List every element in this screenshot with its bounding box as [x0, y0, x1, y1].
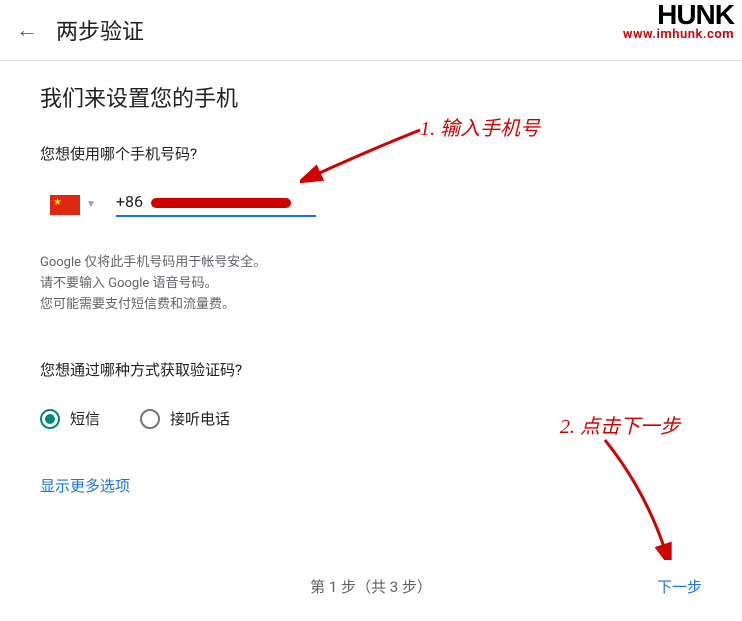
radio-circle-icon — [40, 409, 60, 429]
phone-prefix: +86 — [116, 192, 143, 211]
phone-question: 您想使用哪个手机号码? — [40, 143, 702, 164]
phone-input[interactable]: +86 — [116, 192, 316, 217]
setup-title: 我们来设置您的手机 — [40, 81, 702, 113]
page-title: 两步验证 — [56, 14, 144, 46]
hint-text: Google 仅将此手机号码用于帐号安全。 请不要输入 Google 语音号码。… — [40, 253, 702, 315]
hint-line-3: 您可能需要支付短信费和流量费。 — [40, 295, 702, 316]
step-indicator: 第 1 步（共 3 步） — [310, 576, 432, 597]
watermark-logo: HUNK — [623, 2, 734, 27]
watermark-url: www.imhunk.com — [623, 27, 734, 42]
hint-line-2: 请不要输入 Google 语音号码。 — [40, 274, 702, 295]
method-question: 您想通过哪种方式获取验证码? — [40, 359, 702, 380]
phone-text: +86 — [116, 192, 316, 215]
more-options-link[interactable]: 显示更多选项 — [40, 475, 130, 496]
china-flag-icon — [50, 195, 80, 215]
hint-line-1: Google 仅将此手机号码用于帐号安全。 — [40, 253, 702, 274]
radio-call-label: 接听电话 — [170, 408, 230, 429]
next-button[interactable]: 下一步 — [657, 576, 702, 597]
watermark: HUNK www.imhunk.com — [623, 2, 734, 42]
radio-circle-icon — [140, 409, 160, 429]
back-arrow-icon[interactable]: ← — [16, 17, 38, 43]
footer: 第 1 步（共 3 步） 下一步 — [0, 576, 742, 597]
dropdown-triangle-icon: ▼ — [86, 199, 96, 210]
radio-sms-label: 短信 — [70, 408, 100, 429]
input-underline — [116, 215, 316, 217]
radio-group: 短信 接听电话 — [40, 408, 702, 429]
phone-input-row: ▼ +86 — [50, 192, 702, 217]
content-area: 我们来设置您的手机 您想使用哪个手机号码? ▼ +86 Google 仅将此手机… — [0, 61, 742, 576]
country-flag-dropdown[interactable]: ▼ — [50, 195, 96, 215]
radio-call[interactable]: 接听电话 — [140, 408, 230, 429]
radio-sms[interactable]: 短信 — [40, 408, 100, 429]
redacted-number — [151, 198, 291, 208]
